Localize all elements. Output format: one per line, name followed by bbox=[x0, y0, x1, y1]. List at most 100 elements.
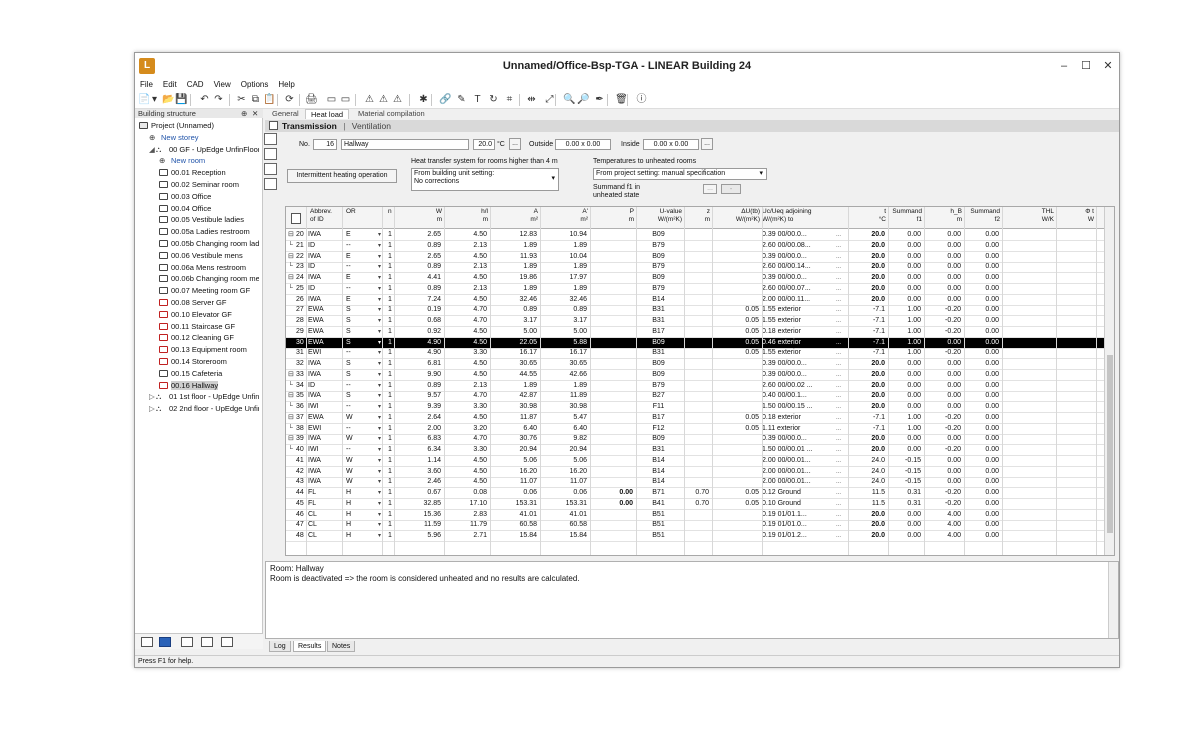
tree-item[interactable]: 00.03 Office bbox=[159, 191, 259, 203]
row-expander-icon[interactable] bbox=[288, 359, 296, 369]
row-expander-icon[interactable]: ⊟ bbox=[288, 413, 296, 423]
table-row[interactable]: 28 EWA S 1 0.68 4.70 3.17 3.17 B31 0.05 1.55 exter… bbox=[286, 316, 1114, 327]
column-header[interactable]: THL W/K bbox=[1002, 208, 1054, 224]
column-header[interactable]: Uc/Ueq adjoining W/(m²K) to bbox=[762, 208, 846, 224]
row-expander-icon[interactable] bbox=[288, 477, 296, 487]
toolbar-icon[interactable]: ⚠ bbox=[391, 93, 404, 106]
toolbar-icon[interactable]: ✒ bbox=[593, 93, 606, 106]
adjoining-more-button[interactable]: ... bbox=[836, 348, 846, 358]
cell-uc[interactable]: 1.50 00/00.01 ... bbox=[762, 445, 845, 455]
table-row[interactable]: ⊟ 24 IWA E 1 4.41 4.50 19.86 17.97 B09 0.39 00/00.… bbox=[286, 273, 1114, 284]
cell-uc[interactable]: 0.19 01/01.2... bbox=[762, 531, 845, 541]
chevron-down-icon[interactable]: ▾ bbox=[378, 456, 384, 466]
cell-uc[interactable]: 0.19 01/01.1... bbox=[762, 510, 845, 520]
cell-or[interactable]: H bbox=[346, 520, 373, 530]
tab-heat-load[interactable]: Heat load bbox=[305, 109, 350, 119]
table-row[interactable]: └ 23 ID -- 1 0.89 2.13 1.89 1.89 B79 2.60 00/00.14… bbox=[286, 262, 1114, 274]
toolbar-icon[interactable]: ⚠ bbox=[377, 93, 390, 106]
cell-or[interactable]: E bbox=[346, 230, 373, 240]
menu-options[interactable]: Options bbox=[236, 79, 274, 91]
list-view-icon[interactable] bbox=[141, 637, 153, 647]
ventilation-label[interactable]: Ventilation bbox=[352, 121, 391, 131]
toolbar-icon[interactable]: ✂ bbox=[235, 93, 248, 106]
cell-uc[interactable]: 0.18 exterior bbox=[762, 413, 845, 423]
cell-uc[interactable]: 2.00 00/00.01... bbox=[762, 467, 845, 477]
tab-material-compilation[interactable]: Material compilation bbox=[353, 109, 430, 119]
adjoining-more-button[interactable]: ... bbox=[836, 477, 846, 487]
table-row[interactable]: └ 36 IWI -- 1 9.39 3.30 30.98 30.98 F11 1.50 00/00… bbox=[286, 402, 1114, 413]
column-header[interactable]: Summand f1 bbox=[888, 208, 922, 224]
cell-uc[interactable]: 2.60 00/00.08... bbox=[762, 241, 845, 251]
chevron-down-icon[interactable]: ▾ bbox=[378, 273, 384, 283]
adjoining-more-button[interactable]: ... bbox=[836, 391, 846, 401]
chevron-down-icon[interactable]: ▾ bbox=[378, 531, 384, 541]
tree-item[interactable]: ▷⛬ 02 2nd floor - UpEdge UnfinF bbox=[149, 403, 259, 415]
cell-or[interactable]: -- bbox=[346, 445, 373, 455]
toolbar-icon[interactable]: 🔗 bbox=[439, 93, 452, 106]
row-expander-icon[interactable]: └ bbox=[288, 381, 296, 391]
adjoining-more-button[interactable]: ... bbox=[836, 262, 846, 272]
tab-general[interactable]: General bbox=[267, 109, 304, 119]
toolbar-icon[interactable]: ▾ bbox=[148, 93, 161, 106]
adjoining-more-button[interactable]: ... bbox=[836, 370, 846, 380]
adjoining-more-button[interactable]: ... bbox=[836, 359, 846, 369]
cell-uc[interactable]: 0.46 exterior bbox=[762, 338, 845, 348]
chevron-down-icon[interactable]: ▾ bbox=[378, 262, 384, 272]
cell-or[interactable]: -- bbox=[346, 284, 373, 294]
chevron-down-icon[interactable]: ▾ bbox=[378, 402, 384, 412]
expand-icon[interactable]: ▷ bbox=[149, 403, 156, 415]
toolbar-icon[interactable]: 📂 bbox=[162, 93, 175, 106]
tree-item[interactable]: 00.01 Reception bbox=[159, 167, 259, 179]
table-row[interactable]: 42 IWA W 1 3.60 4.50 16.20 16.20 B14 2.00 00/00.0… bbox=[286, 467, 1114, 478]
row-expander-icon[interactable]: ⊟ bbox=[288, 252, 296, 262]
panel-close-icon[interactable]: ✕ bbox=[252, 109, 258, 118]
toolbar-icon[interactable]: ↻ bbox=[487, 93, 500, 106]
chevron-down-icon[interactable]: ▾ bbox=[378, 295, 384, 305]
adjoining-more-button[interactable]: ... bbox=[836, 252, 846, 262]
cell-or[interactable]: -- bbox=[346, 262, 373, 272]
chevron-down-icon[interactable]: ▾ bbox=[378, 445, 384, 455]
table-row[interactable]: ⊟ 22 IWA E 1 2.65 4.50 11.93 10.04 B09 0.39 00/00.… bbox=[286, 252, 1114, 263]
cell-uc[interactable]: 2.60 00/00.14... bbox=[762, 262, 845, 272]
toolbar-icon[interactable]: 💾 bbox=[175, 93, 188, 106]
adjoining-more-button[interactable]: ... bbox=[836, 327, 846, 337]
adjoining-more-button[interactable]: ... bbox=[836, 284, 846, 294]
column-header[interactable]: t °C bbox=[848, 208, 886, 224]
row-expander-icon[interactable]: ⊟ bbox=[288, 391, 296, 401]
column-header[interactable]: Φ tW bbox=[1056, 208, 1094, 224]
table-row[interactable]: ⊟ 37 EWA W 1 2.64 4.50 11.87 5.47 B17 0.05 0.18 ext… bbox=[286, 413, 1114, 424]
bottom-tab-log[interactable]: Log bbox=[269, 641, 291, 652]
pin-icon[interactable]: ⊕ bbox=[241, 109, 247, 118]
cell-or[interactable]: W bbox=[346, 434, 373, 444]
toolbar-icon[interactable]: T bbox=[471, 93, 484, 106]
tree-view-icon[interactable] bbox=[159, 637, 171, 647]
column-header[interactable]: Am² bbox=[490, 208, 538, 224]
room-name-field[interactable]: Hallway bbox=[341, 139, 469, 150]
temperature-more-button[interactable]: ... bbox=[509, 138, 521, 150]
chevron-down-icon[interactable]: ▾ bbox=[378, 434, 384, 444]
row-expander-icon[interactable] bbox=[288, 316, 296, 326]
table-view-icon[interactable] bbox=[201, 637, 213, 647]
bottom-tab-results[interactable]: Results bbox=[293, 641, 327, 652]
row-expander-icon[interactable] bbox=[288, 499, 296, 509]
cell-or[interactable]: S bbox=[346, 370, 373, 380]
toolbar-icon[interactable]: ⌗ bbox=[503, 93, 516, 106]
transmission-label[interactable]: Transmission bbox=[282, 121, 337, 131]
adjoining-more-button[interactable]: ... bbox=[836, 510, 846, 520]
minimize-icon[interactable]: – bbox=[1055, 57, 1073, 75]
collapse-icon[interactable]: ◢ bbox=[149, 144, 156, 156]
cell-uc[interactable]: 0.19 01/01.0... bbox=[762, 520, 845, 530]
column-header[interactable]: U-value W/(m²K) bbox=[636, 208, 682, 224]
chevron-down-icon[interactable]: ▾ bbox=[378, 359, 384, 369]
table-row[interactable]: 27 EWA S 1 0.19 4.70 0.89 0.89 B31 0.05 1.55 exter… bbox=[286, 305, 1114, 317]
table-row[interactable]: └ 38 EWI -- 1 2.00 3.20 6.40 6.40 F12 0.05 1.11 ext… bbox=[286, 424, 1114, 435]
room-temperature-field[interactable]: 20.0 bbox=[473, 139, 495, 150]
adjoining-more-button[interactable]: ... bbox=[836, 531, 846, 541]
tree-item[interactable]: 00.13 Equipment room bbox=[159, 344, 259, 356]
table-row[interactable]: ⊟ 35 IWA S 1 9.57 4.70 42.87 11.89 B27 0.40 00/00.… bbox=[286, 391, 1114, 403]
tree-item[interactable]: Project (Unnamed) bbox=[139, 120, 259, 132]
room-number-field[interactable]: 16 bbox=[313, 139, 337, 150]
adjoining-more-button[interactable]: ... bbox=[836, 520, 846, 530]
row-expander-icon[interactable]: └ bbox=[288, 445, 296, 455]
column-header[interactable]: Pm bbox=[590, 208, 634, 224]
